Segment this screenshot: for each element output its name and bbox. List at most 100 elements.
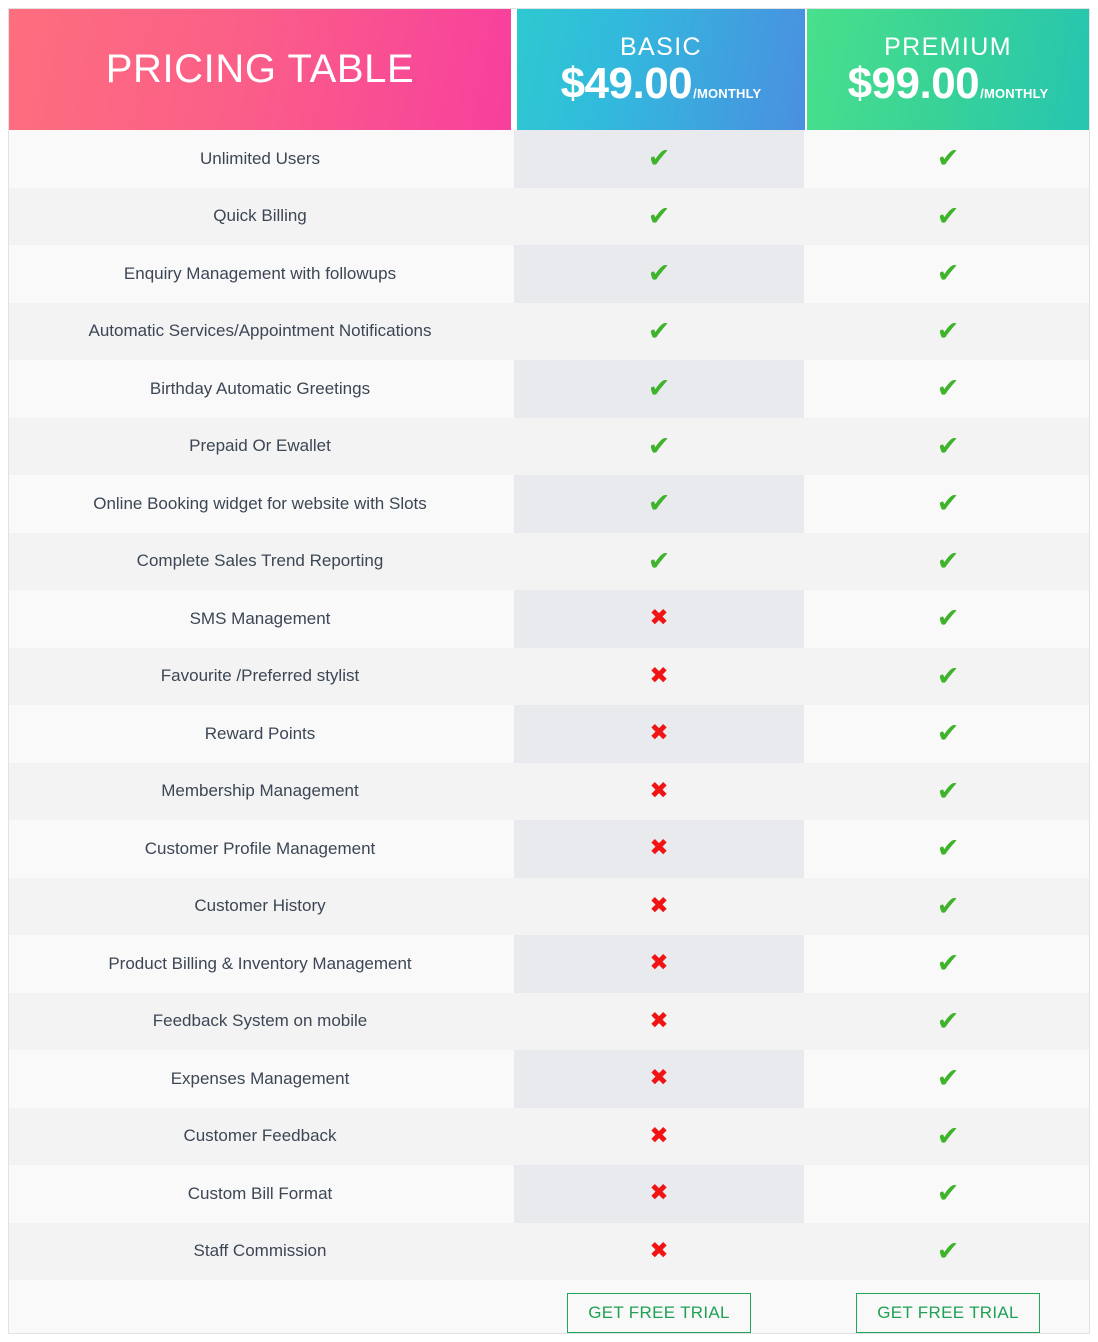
feature-cell-premium: ✔ bbox=[807, 188, 1089, 246]
feature-cell-basic: ✔ bbox=[514, 303, 804, 361]
check-icon: ✔ bbox=[936, 948, 960, 980]
pricing-table-frame: PRICING TABLE BASIC $49.00 /MONTHLY PREM… bbox=[8, 8, 1090, 1334]
feature-label: Customer Profile Management bbox=[144, 838, 376, 858]
feature-cell-premium: ✔ bbox=[807, 993, 1089, 1051]
feature-cell-premium: ✔ bbox=[807, 418, 1089, 476]
table-row: Online Booking widget for website with S… bbox=[9, 475, 1089, 533]
feature-cell-premium: ✔ bbox=[807, 360, 1089, 418]
cross-icon: ✖ bbox=[649, 1237, 669, 1264]
check-icon: ✔ bbox=[936, 143, 960, 175]
plan-name-premium: PREMIUM bbox=[884, 32, 1012, 61]
check-icon: ✔ bbox=[936, 430, 960, 462]
get-free-trial-button-basic[interactable]: GET FREE TRIAL bbox=[567, 1293, 751, 1333]
check-icon: ✔ bbox=[936, 603, 960, 635]
check-icon: ✔ bbox=[936, 373, 960, 405]
table-row: Customer Profile Management ✖ ✔ bbox=[9, 820, 1089, 878]
feature-cell-premium: ✔ bbox=[807, 533, 1089, 591]
table-row: Prepaid Or Ewallet ✔ ✔ bbox=[9, 417, 1089, 476]
feature-cell-premium: ✔ bbox=[807, 820, 1089, 878]
feature-cell-basic: ✔ bbox=[514, 360, 804, 418]
feature-label: Online Booking widget for website with S… bbox=[93, 493, 427, 513]
feature-cell-basic: ✖ bbox=[514, 1223, 804, 1281]
feature-cell-premium: ✔ bbox=[807, 1165, 1089, 1223]
get-free-trial-button-premium[interactable]: GET FREE TRIAL bbox=[856, 1293, 1040, 1333]
check-icon: ✔ bbox=[936, 1235, 960, 1267]
feature-cell-basic: ✖ bbox=[514, 1050, 804, 1108]
plan-period-basic: /MONTHLY bbox=[693, 86, 762, 102]
table-row: Automatic Services/Appointment Notificat… bbox=[9, 302, 1089, 361]
feature-cell-basic: ✖ bbox=[514, 993, 804, 1051]
check-icon: ✔ bbox=[647, 143, 671, 175]
check-icon: ✔ bbox=[647, 373, 671, 405]
table-row: Favourite /Preferred stylist ✖ ✔ bbox=[9, 647, 1089, 706]
table-row: Custom Bill Format ✖ ✔ bbox=[9, 1165, 1089, 1223]
cross-icon: ✖ bbox=[649, 1180, 669, 1207]
check-icon: ✔ bbox=[936, 718, 960, 750]
feature-cell-basic: ✖ bbox=[514, 1165, 804, 1223]
table-row: Product Billing & Inventory Management ✖ ✔ bbox=[9, 935, 1089, 993]
check-icon: ✔ bbox=[647, 258, 671, 290]
feature-cell-premium: ✔ bbox=[807, 1108, 1089, 1166]
cross-icon: ✖ bbox=[649, 662, 669, 689]
feature-label: Birthday Automatic Greetings bbox=[149, 378, 371, 398]
pricing-table-header: PRICING TABLE BASIC $49.00 /MONTHLY PREM… bbox=[9, 9, 1089, 130]
feature-label: Complete Sales Trend Reporting bbox=[136, 551, 384, 571]
cta-cell-premium: GET FREE TRIAL bbox=[807, 1280, 1089, 1333]
table-row: SMS Management ✖ ✔ bbox=[9, 590, 1089, 648]
plan-header-premium: PREMIUM $99.00 /MONTHLY bbox=[807, 9, 1089, 130]
cross-icon: ✖ bbox=[649, 950, 669, 977]
feature-cell-premium: ✔ bbox=[807, 648, 1089, 706]
feature-cell-basic: ✔ bbox=[514, 533, 804, 591]
feature-label: Prepaid Or Ewallet bbox=[189, 436, 331, 456]
check-icon: ✔ bbox=[936, 833, 960, 865]
feature-cell-premium: ✔ bbox=[807, 935, 1089, 993]
feature-cell-basic: ✖ bbox=[514, 763, 804, 821]
check-icon: ✔ bbox=[936, 775, 960, 807]
check-icon: ✔ bbox=[936, 488, 960, 520]
feature-label: Automatic Services/Appointment Notificat… bbox=[88, 321, 432, 341]
check-icon: ✔ bbox=[936, 890, 960, 922]
table-row: Complete Sales Trend Reporting ✔ ✔ bbox=[9, 532, 1089, 591]
cross-icon: ✖ bbox=[649, 605, 669, 632]
table-row: Expenses Management ✖ ✔ bbox=[9, 1050, 1089, 1108]
check-icon: ✔ bbox=[647, 430, 671, 462]
check-icon: ✔ bbox=[936, 1005, 960, 1037]
cross-icon: ✖ bbox=[649, 720, 669, 747]
check-icon: ✔ bbox=[647, 488, 671, 520]
table-row: Unlimited Users ✔ ✔ bbox=[9, 130, 1089, 188]
feature-cell-premium: ✔ bbox=[807, 475, 1089, 533]
check-icon: ✔ bbox=[936, 200, 960, 232]
feature-cell-basic: ✖ bbox=[514, 648, 804, 706]
check-icon: ✔ bbox=[936, 1178, 960, 1210]
check-icon: ✔ bbox=[936, 1063, 960, 1095]
plan-price-line-basic: $49.00 /MONTHLY bbox=[561, 62, 762, 106]
table-row: Feedback System on mobile ✖ ✔ bbox=[9, 992, 1089, 1051]
check-icon: ✔ bbox=[647, 545, 671, 577]
feature-label: Staff Commission bbox=[193, 1241, 327, 1261]
table-row: Staff Commission ✖ ✔ bbox=[9, 1222, 1089, 1281]
feature-label: Favourite /Preferred stylist bbox=[160, 666, 360, 686]
feature-cell-premium: ✔ bbox=[807, 878, 1089, 936]
feature-cell-basic: ✖ bbox=[514, 590, 804, 648]
cross-icon: ✖ bbox=[649, 777, 669, 804]
plan-name-basic: BASIC bbox=[619, 32, 703, 61]
check-icon: ✔ bbox=[936, 258, 960, 290]
page-title: PRICING TABLE bbox=[105, 47, 415, 91]
pricing-table: PRICING TABLE BASIC $49.00 /MONTHLY PREM… bbox=[0, 0, 1098, 1342]
feature-cell-premium: ✔ bbox=[807, 763, 1089, 821]
plan-price-premium: $99.00 bbox=[847, 59, 980, 109]
feature-label: Product Billing & Inventory Management bbox=[108, 953, 412, 973]
plan-header-basic: BASIC $49.00 /MONTHLY bbox=[517, 9, 805, 130]
feature-cell-premium: ✔ bbox=[807, 590, 1089, 648]
table-row: Enquiry Management with followups ✔ ✔ bbox=[9, 245, 1089, 303]
feature-label: Feedback System on mobile bbox=[152, 1011, 368, 1031]
feature-label: Customer History bbox=[194, 896, 326, 916]
pricing-table-title-cell: PRICING TABLE bbox=[9, 9, 511, 130]
feature-label: Membership Management bbox=[161, 781, 359, 801]
table-row: Reward Points ✖ ✔ bbox=[9, 705, 1089, 763]
feature-label: Unlimited Users bbox=[200, 148, 320, 168]
check-icon: ✔ bbox=[936, 1120, 960, 1152]
plan-period-premium: /MONTHLY bbox=[980, 86, 1049, 102]
feature-label: Expenses Management bbox=[170, 1068, 350, 1088]
feature-cell-basic: ✔ bbox=[514, 245, 804, 303]
